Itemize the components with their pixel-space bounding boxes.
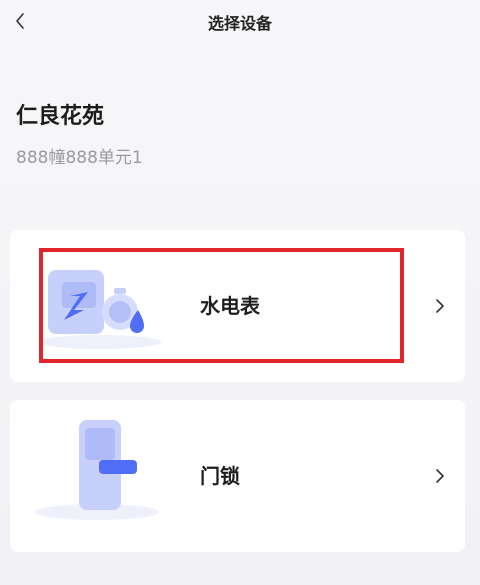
address-text: 888幢888单元1 xyxy=(16,148,143,168)
chevron-right-icon[interactable] xyxy=(430,464,450,488)
device-label-meter: 水电表 xyxy=(200,294,260,318)
device-card-meter[interactable]: 水电表 xyxy=(10,230,465,382)
nav-bar: 选择设备 xyxy=(0,0,480,44)
device-card-lock[interactable]: 门锁 xyxy=(10,400,465,552)
chevron-right-icon[interactable] xyxy=(430,294,450,318)
meter-icon xyxy=(40,270,162,349)
device-label-lock: 门锁 xyxy=(200,464,240,488)
community-name: 仁良花苑 xyxy=(16,104,105,129)
door-lock-icon xyxy=(35,420,159,520)
page-title: 选择设备 xyxy=(207,14,272,33)
